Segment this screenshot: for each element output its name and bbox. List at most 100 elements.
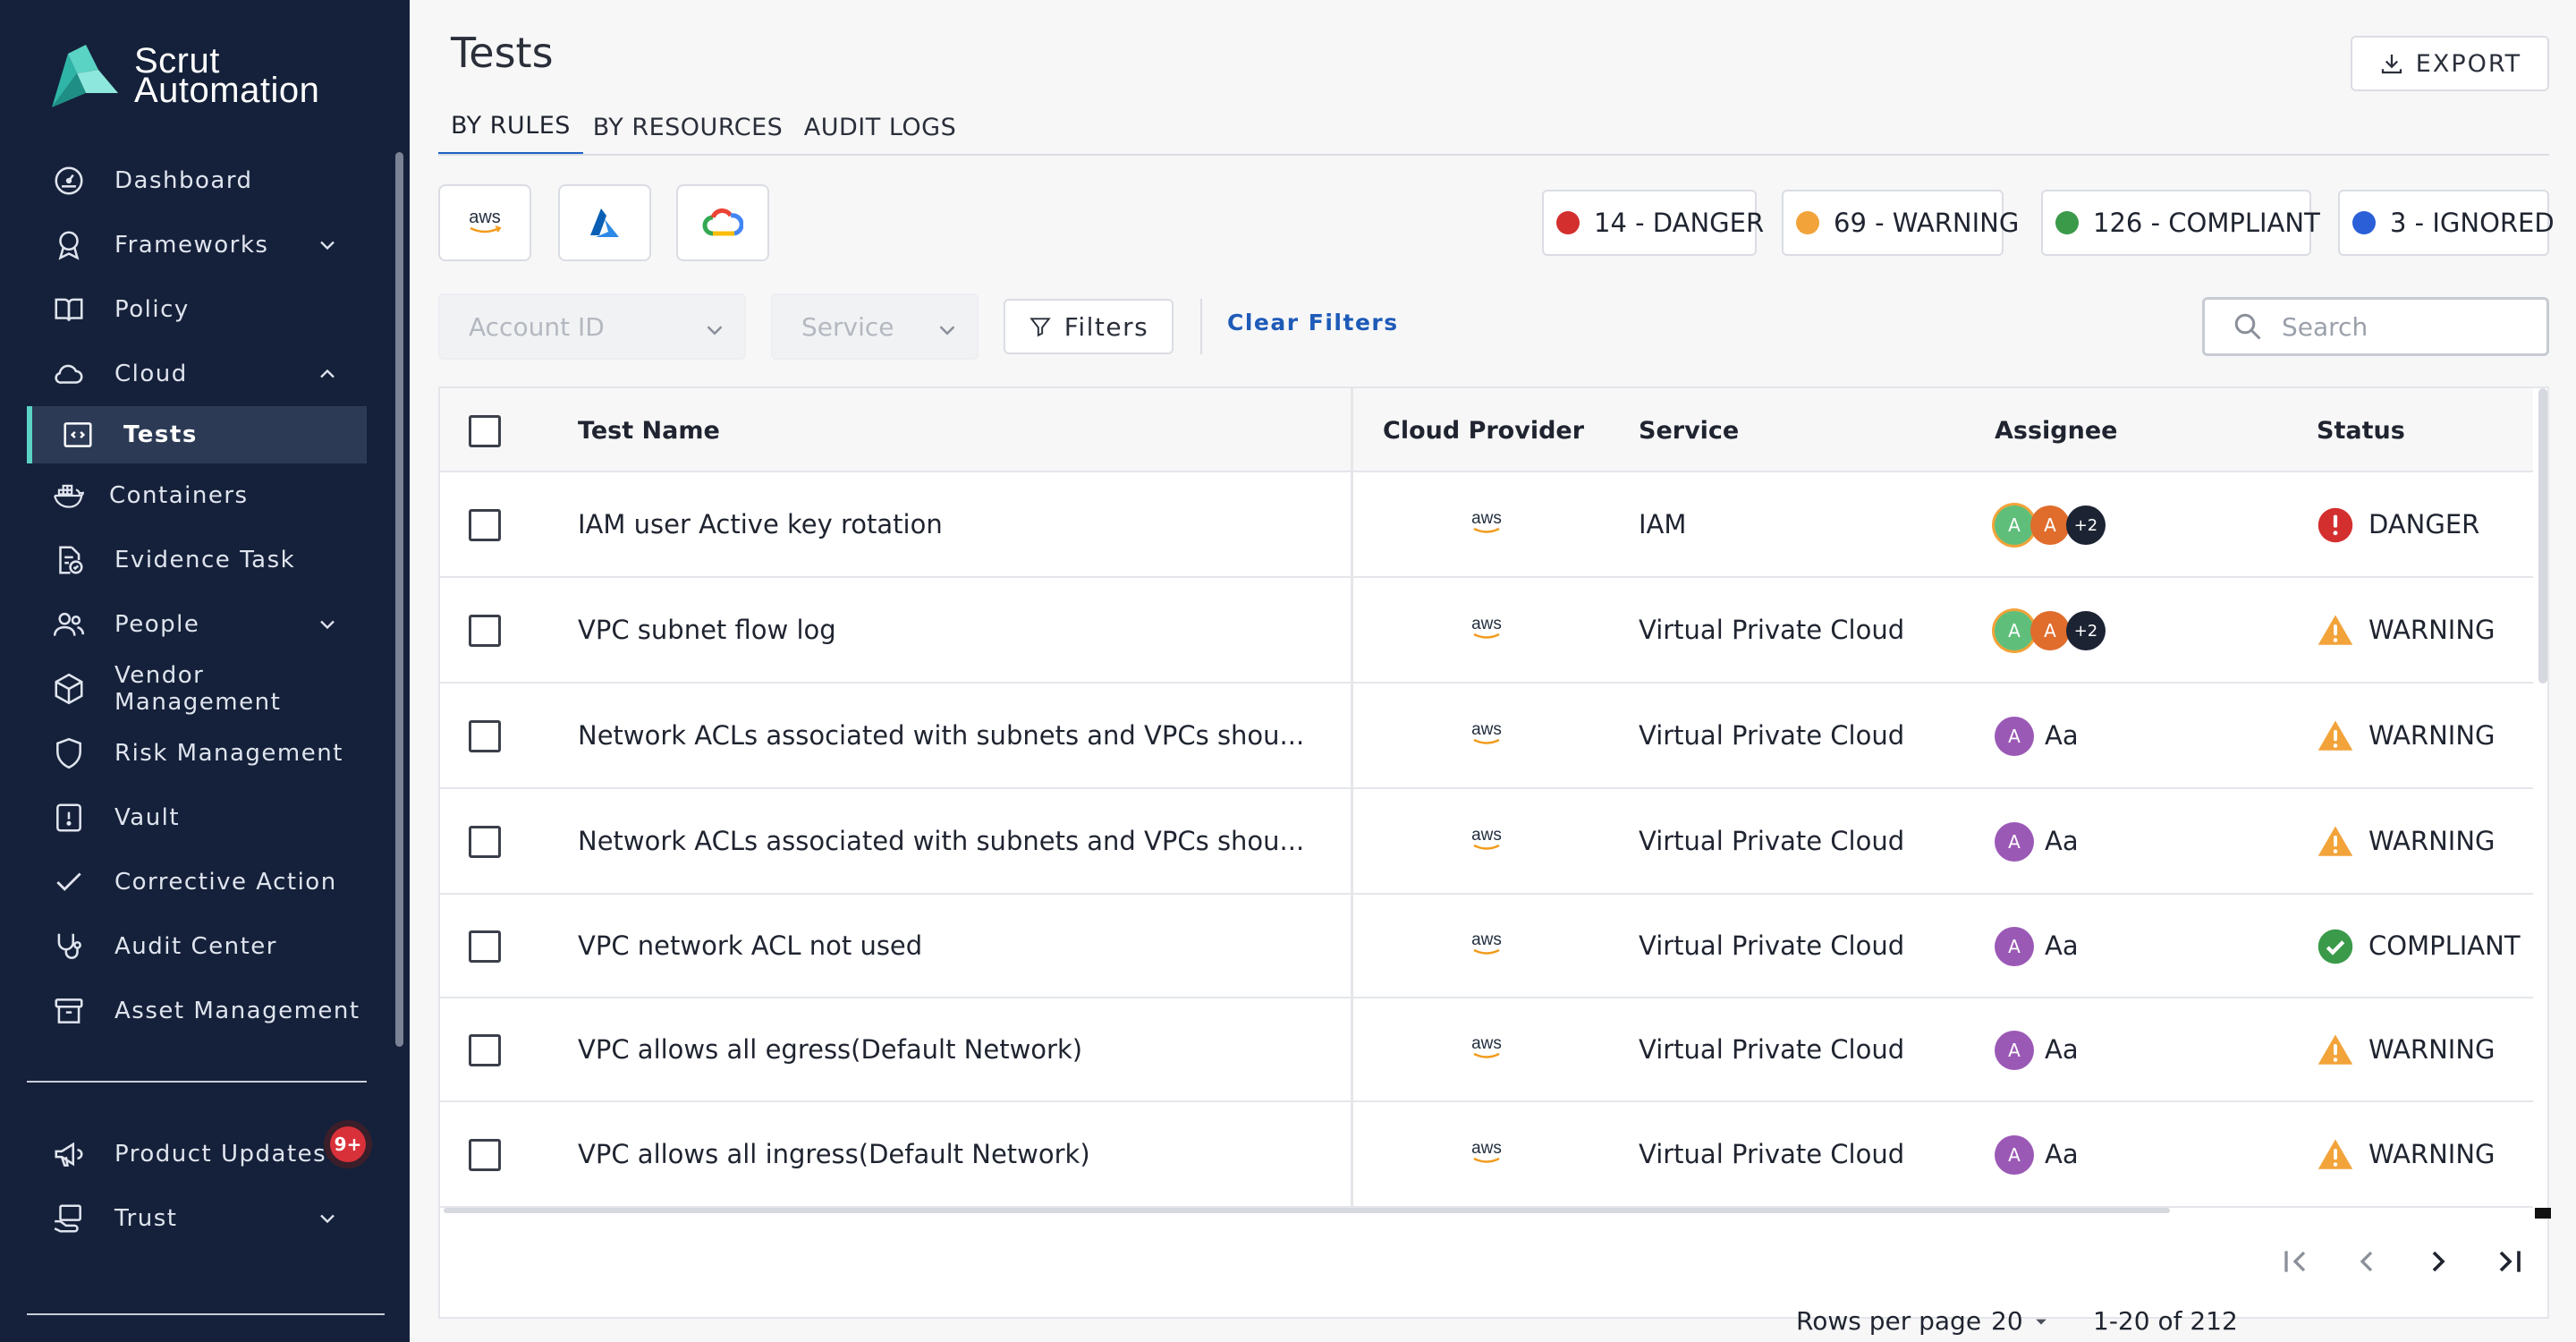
column-header-assignee[interactable]: Assignee [1995, 417, 2117, 445]
row-checkbox[interactable] [469, 615, 501, 647]
sidebar-item-vendor-management[interactable]: Vendor Management [27, 660, 367, 718]
row-checkbox[interactable] [469, 930, 501, 963]
sidebar-item-dashboard[interactable]: Dashboard [27, 152, 367, 209]
avatar[interactable]: A [1995, 611, 2034, 650]
test-name-cell[interactable]: IAM user Active key rotation [578, 509, 943, 539]
account-id-dropdown[interactable]: Account ID [438, 293, 746, 360]
test-name-cell[interactable]: Network ACLs associated with subnets and… [578, 720, 1304, 751]
aws-logo-icon: aws [1471, 1139, 1502, 1163]
avatar[interactable]: A [1995, 1031, 2034, 1070]
compliant-count-chip[interactable]: 126 - COMPLIANT [2041, 190, 2320, 256]
table-row[interactable]: Network ACLs associated with subnets and… [440, 789, 2533, 895]
chevron-down-icon[interactable] [315, 612, 340, 637]
sidebar-item-containers[interactable]: Containers [27, 467, 367, 524]
chevron-down-icon[interactable] [315, 233, 340, 258]
avatar[interactable]: A [1995, 717, 2034, 756]
table-vertical-scrollbar[interactable] [2538, 388, 2547, 684]
first-page-icon[interactable] [2277, 1244, 2313, 1279]
tab-by-resources[interactable]: BY RESOURCES [592, 98, 784, 156]
account-id-placeholder: Account ID [469, 311, 605, 342]
row-checkbox[interactable] [469, 1139, 501, 1171]
table-row[interactable]: VPC subnet flow log aws Virtual Private Cl… [440, 578, 2533, 684]
chevron-up-icon[interactable] [315, 361, 340, 386]
chevron-down-icon[interactable] [315, 1206, 340, 1231]
column-header-test-name[interactable]: Test Name [578, 417, 720, 445]
svg-text:aws: aws [1471, 1034, 1502, 1053]
provider-azure-button[interactable] [558, 184, 651, 261]
table-scroll-corner [2535, 1208, 2551, 1219]
row-checkbox[interactable] [469, 509, 501, 541]
sidebar-item-evidence-task[interactable]: Evidence Task [27, 531, 367, 589]
test-name-cell[interactable]: VPC subnet flow log [578, 615, 836, 645]
sidebar-item-label: Corrective Action [114, 869, 337, 896]
avatar[interactable]: A [2030, 505, 2070, 545]
search-box[interactable] [2202, 297, 2549, 356]
table-horizontal-scrollbar[interactable] [444, 1208, 2170, 1213]
rows-per-page-select[interactable]: 20 [1991, 1306, 2054, 1336]
previous-page-icon[interactable] [2349, 1244, 2385, 1279]
sidebar: Scrut Automation Dashboard Frameworks Po… [0, 0, 410, 1342]
search-input[interactable] [2282, 311, 2532, 342]
column-header-service[interactable]: Service [1639, 417, 1739, 445]
sidebar-item-policy[interactable]: Policy [27, 281, 367, 338]
column-header-cloud-provider[interactable]: Cloud Provider [1383, 417, 1584, 445]
warning-count-chip[interactable]: 69 - WARNING [1782, 190, 2019, 256]
sidebar-item-corrective-action[interactable]: Corrective Action [27, 854, 367, 911]
sidebar-item-asset-management[interactable]: Asset Management [27, 982, 367, 1040]
sidebar-item-trust[interactable]: Trust [27, 1190, 367, 1247]
avatar[interactable]: A [1995, 505, 2034, 545]
avatar[interactable]: A [1995, 822, 2034, 862]
service-dropdown[interactable]: Service [771, 293, 979, 360]
sidebar-item-audit-center[interactable]: Audit Center [27, 918, 367, 975]
avatar[interactable]: A [1995, 927, 2034, 966]
avatar[interactable]: A [1995, 1135, 2034, 1175]
row-checkbox[interactable] [469, 826, 501, 858]
clear-filters-link[interactable]: Clear Filters [1227, 310, 1399, 336]
sidebar-item-cloud[interactable]: Cloud [27, 345, 367, 403]
tab-by-rules[interactable]: BY RULES [438, 98, 583, 156]
service-cell: Virtual Private Cloud [1639, 720, 1905, 751]
sidebar-item-label: Containers [109, 482, 249, 509]
ignored-count-chip[interactable]: 3 - IGNORED [2338, 190, 2555, 256]
ignored-dot-icon [2352, 211, 2376, 234]
sidebar-item-frameworks[interactable]: Frameworks [27, 217, 367, 274]
avatar-more[interactable]: +2 [2066, 611, 2106, 650]
test-name-cell[interactable]: Network ACLs associated with subnets and… [578, 826, 1304, 856]
brand[interactable]: Scrut Automation [47, 43, 319, 109]
avatar-more[interactable]: +2 [2066, 505, 2106, 545]
danger-count-chip[interactable]: 14 - DANGER [1542, 190, 1764, 256]
table-row[interactable]: IAM user Active key rotation aws IAM A A +2 DA… [440, 472, 2533, 578]
export-button[interactable]: EXPORT [2351, 36, 2549, 91]
rows-per-page-label: Rows per page [1796, 1306, 1982, 1336]
test-name-cell[interactable]: VPC allows all egress(Default Network) [578, 1034, 1082, 1065]
sidebar-scrollbar[interactable] [395, 152, 403, 1047]
row-checkbox[interactable] [469, 1034, 501, 1066]
sidebar-item-product-updates[interactable]: Product Updates [27, 1125, 367, 1183]
service-cell: Virtual Private Cloud [1639, 615, 1905, 645]
next-page-icon[interactable] [2420, 1244, 2456, 1279]
warning-triangle-icon [2318, 720, 2353, 751]
aws-logo-icon: aws [1471, 509, 1502, 533]
table-row[interactable]: Network ACLs associated with subnets and… [440, 684, 2533, 789]
provider-gcp-button[interactable] [676, 184, 769, 261]
test-name-cell[interactable]: VPC allows all ingress(Default Network) [578, 1139, 1090, 1169]
sidebar-item-risk-management[interactable]: Risk Management [27, 725, 367, 782]
last-page-icon[interactable] [2492, 1244, 2528, 1279]
sidebar-item-vault[interactable]: Vault [27, 789, 367, 846]
tab-audit-logs[interactable]: AUDIT LOGS [794, 98, 966, 156]
table-row[interactable]: VPC allows all ingress(Default Network) a… [440, 1102, 2533, 1208]
column-header-status[interactable]: Status [2317, 417, 2405, 445]
filters-button[interactable]: Filters [1004, 299, 1174, 354]
chevron-down-icon [939, 326, 955, 336]
sidebar-item-label: Risk Management [114, 740, 343, 767]
dashboard-gauge-icon [55, 166, 83, 195]
table-row[interactable]: VPC allows all egress(Default Network) aw… [440, 998, 2533, 1102]
test-name-cell[interactable]: VPC network ACL not used [578, 930, 922, 961]
sidebar-item-people[interactable]: People [27, 596, 367, 653]
table-row[interactable]: VPC network ACL not used aws Virtual Priva… [440, 895, 2533, 998]
avatar[interactable]: A [2030, 611, 2070, 650]
row-checkbox[interactable] [469, 720, 501, 752]
provider-aws-button[interactable]: aws [438, 184, 531, 261]
sidebar-item-tests[interactable]: Tests [27, 406, 367, 463]
select-all-checkbox[interactable] [469, 415, 501, 447]
